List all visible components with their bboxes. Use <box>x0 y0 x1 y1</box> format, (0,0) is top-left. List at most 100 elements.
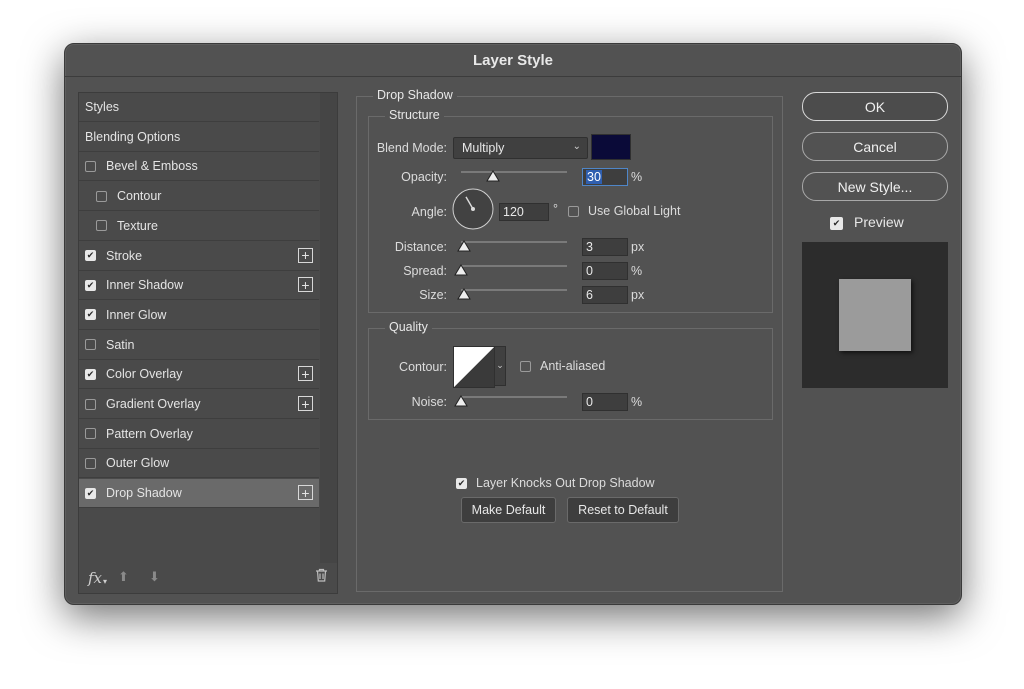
style-checkbox[interactable]: ✔ <box>85 368 96 380</box>
contour-dropdown-chevron-icon[interactable]: ⌄ <box>494 346 506 386</box>
style-list-item-label: Contour <box>117 189 162 204</box>
opacity-input[interactable]: 30 <box>582 168 628 186</box>
list-footer: fx ▾ ⬆ ⬇ <box>79 563 337 593</box>
style-list-item-label: Stroke <box>106 248 143 263</box>
add-effect-plus-icon[interactable]: + <box>298 396 313 411</box>
fx-chevron-icon: ▾ <box>103 577 108 586</box>
structure-title: Structure <box>385 108 444 122</box>
opacity-label: Opacity: <box>401 170 447 184</box>
knockout-checkbox[interactable]: ✔ <box>456 478 467 489</box>
style-list-item-label: Blending Options <box>85 129 181 144</box>
preview-swatch <box>839 279 911 351</box>
size-slider-track[interactable] <box>461 289 567 291</box>
anti-aliased-checkbox[interactable] <box>520 361 531 372</box>
spread-label: Spread: <box>403 264 447 278</box>
chevron-down-icon: ⌄ <box>572 141 581 152</box>
anti-aliased-label: Anti-aliased <box>540 359 606 373</box>
fx-menu-button[interactable]: fx <box>88 569 102 587</box>
knockout-label: Layer Knocks Out Drop Shadow <box>476 476 655 490</box>
quality-group: Quality Contour: ⌄ Anti-aliased Noise: 0… <box>368 320 773 420</box>
distance-unit: px <box>631 240 645 254</box>
use-global-light-checkbox[interactable] <box>568 206 579 217</box>
style-list-item-label: Satin <box>106 337 135 352</box>
angle-input[interactable]: 120 <box>499 203 549 221</box>
preview-checkbox[interactable]: ✔ <box>830 217 843 230</box>
style-checkbox[interactable] <box>85 160 96 172</box>
style-list-item[interactable]: Satin <box>79 331 319 360</box>
style-list-item[interactable]: ✔ Color Overlay + <box>79 360 319 390</box>
noise-unit: % <box>631 395 643 409</box>
style-list-item[interactable]: Styles <box>79 93 319 122</box>
contour-label: Contour: <box>399 360 447 374</box>
dialog-title: Layer Style <box>472 51 554 69</box>
style-checkbox[interactable] <box>85 398 96 410</box>
size-label: Size: <box>419 288 447 302</box>
cancel-button[interactable]: Cancel <box>802 132 948 161</box>
style-checkbox[interactable] <box>85 457 96 469</box>
style-checkbox[interactable] <box>85 339 96 351</box>
noise-label: Noise: <box>411 395 447 409</box>
distance-input[interactable]: 3 <box>582 238 628 256</box>
angle-label: Angle: <box>411 205 447 219</box>
quality-title: Quality <box>385 320 432 334</box>
style-list-item[interactable]: Contour <box>79 182 319 212</box>
distance-slider-track[interactable] <box>461 241 567 243</box>
style-checkbox[interactable]: ✔ <box>85 250 96 261</box>
style-list-item-label: Texture <box>117 218 158 233</box>
new-style-button[interactable]: New Style... <box>802 172 948 201</box>
add-effect-plus-icon[interactable]: + <box>298 366 313 382</box>
blend-mode-select[interactable]: Multiply ⌄ <box>453 137 588 159</box>
opacity-unit: % <box>631 170 643 184</box>
style-checkbox[interactable] <box>96 190 107 202</box>
style-list-item[interactable]: ✔ Inner Shadow + <box>79 271 319 301</box>
style-checkbox[interactable]: ✔ <box>85 279 96 291</box>
use-global-light-label: Use Global Light <box>588 204 681 218</box>
trash-icon[interactable] <box>315 568 328 585</box>
style-list-item-label: Inner Shadow <box>106 278 184 293</box>
style-list-item-label: Color Overlay <box>106 367 183 382</box>
blend-mode-label: Blend Mode: <box>376 141 447 155</box>
opacity-slider-track[interactable] <box>461 171 567 173</box>
style-list-item-label: Pattern Overlay <box>106 426 193 441</box>
preview-label: Preview <box>854 214 904 230</box>
noise-slider-track[interactable] <box>461 396 567 398</box>
add-effect-plus-icon[interactable]: + <box>298 277 313 293</box>
spread-input[interactable]: 0 <box>582 262 628 280</box>
list-scrollbar[interactable] <box>320 93 337 563</box>
style-list-item[interactable]: ✔ Drop Shadow + <box>79 479 319 509</box>
style-list-item-label: Gradient Overlay <box>106 397 201 411</box>
spread-slider-track[interactable] <box>461 265 567 267</box>
style-list-item[interactable]: Gradient Overlay + <box>79 390 319 419</box>
style-list-item-label: Outer Glow <box>106 456 170 471</box>
shadow-color-swatch[interactable] <box>591 134 631 160</box>
style-checkbox[interactable] <box>96 220 107 232</box>
structure-group: Structure Blend Mode: Multiply ⌄ Opacity… <box>368 108 773 313</box>
contour-picker[interactable] <box>453 346 495 388</box>
style-list-item[interactable]: ✔ Inner Glow <box>79 301 319 330</box>
style-list-item[interactable]: Bevel & Emboss <box>79 152 319 182</box>
angle-unit: ° <box>553 202 558 216</box>
style-list-item[interactable]: Outer Glow <box>79 449 319 479</box>
style-preview <box>802 242 948 388</box>
arrow-down-icon[interactable]: ⬇ <box>149 569 160 585</box>
reset-to-default-button[interactable]: Reset to Default <box>567 497 679 523</box>
ok-button[interactable]: OK <box>802 92 948 121</box>
add-effect-plus-icon[interactable]: + <box>298 247 313 263</box>
angle-dial[interactable] <box>451 187 495 231</box>
panel-title: Drop Shadow <box>373 88 457 102</box>
drop-shadow-panel: Drop Shadow Structure Blend Mode: Multip… <box>356 88 783 592</box>
noise-input[interactable]: 0 <box>582 393 628 411</box>
style-list-item[interactable]: ✔ Stroke + <box>79 242 319 271</box>
size-input[interactable]: 6 <box>582 286 628 304</box>
style-checkbox[interactable] <box>85 428 96 440</box>
add-effect-plus-icon[interactable]: + <box>298 485 313 501</box>
style-list: Styles Blending Options Bevel & Emboss Cont… <box>78 92 338 594</box>
title-bar[interactable]: Layer Style <box>65 44 961 77</box>
style-checkbox[interactable]: ✔ <box>85 487 96 499</box>
arrow-up-icon[interactable]: ⬆ <box>118 569 129 585</box>
style-list-item[interactable]: Texture <box>79 212 319 241</box>
style-checkbox[interactable]: ✔ <box>85 309 96 321</box>
style-list-item[interactable]: Blending Options <box>79 123 319 152</box>
style-list-item[interactable]: Pattern Overlay <box>79 420 319 449</box>
make-default-button[interactable]: Make Default <box>461 497 556 523</box>
